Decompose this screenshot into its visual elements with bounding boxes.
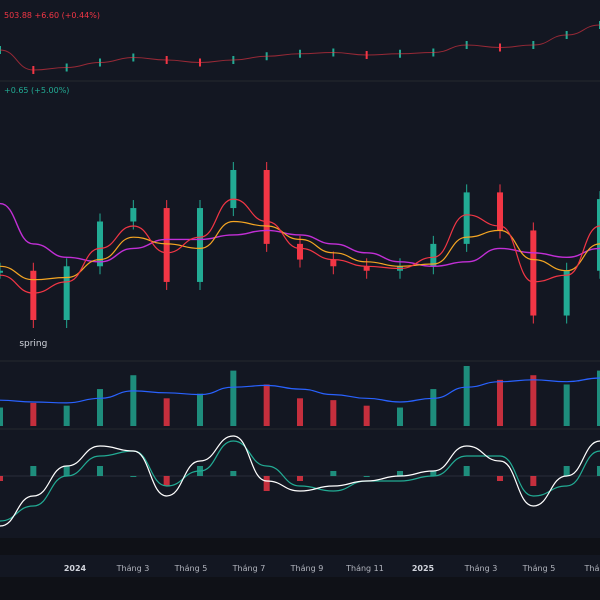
price-candle xyxy=(197,208,203,282)
price-candle xyxy=(497,192,503,231)
top-price-change: 503.88 +6.60 (+0.44%) xyxy=(4,11,100,20)
time-tick-label: Tháng 5 xyxy=(522,564,556,573)
price-candle xyxy=(563,270,570,316)
macd-histogram-bar xyxy=(0,476,3,481)
volume-bar xyxy=(263,384,270,426)
time-tick-label: 2025 xyxy=(412,564,435,573)
volume-bar xyxy=(297,398,303,426)
time-tick-label: Tháng 3 xyxy=(116,564,150,573)
macd-histogram-bar xyxy=(430,471,437,476)
macd-histogram-bar xyxy=(97,466,103,476)
volume-bar xyxy=(97,389,103,426)
macd-histogram-bar xyxy=(563,466,570,476)
price-candle xyxy=(430,243,437,267)
volume-bar xyxy=(230,370,237,426)
stock-chart[interactable]: 503.88 +6.60 (+0.44%) +0.65 (+5.00%) spr… xyxy=(0,0,600,600)
price-candle xyxy=(63,266,70,320)
top-pane: 503.88 +6.60 (+0.44%) xyxy=(0,0,600,80)
volume-bar xyxy=(563,384,570,426)
volume-bar xyxy=(363,405,370,426)
macd-histogram-bar xyxy=(230,471,237,476)
price-candle xyxy=(0,270,3,273)
main-price-change: +0.65 (+5.00%) xyxy=(4,86,69,95)
macd-histogram-bar xyxy=(530,476,537,486)
volume-bar xyxy=(163,398,170,426)
macd-histogram-bar xyxy=(463,466,470,476)
macd-histogram-bar xyxy=(130,476,137,477)
macd-histogram-bar xyxy=(330,471,337,476)
price-candle xyxy=(330,259,337,267)
time-tick-label: Tháng xyxy=(583,564,600,573)
macd-histogram-bar xyxy=(297,476,303,481)
price-candle xyxy=(130,208,137,222)
macd-histogram-bar xyxy=(163,476,170,486)
volume-bar xyxy=(397,407,403,426)
volume-bar xyxy=(430,389,437,426)
price-candle xyxy=(163,208,170,282)
price-candle xyxy=(363,266,370,271)
time-tick-label: Tháng 7 xyxy=(232,564,266,573)
volume-bar xyxy=(463,366,470,426)
price-candle xyxy=(297,243,303,260)
spring-annotation: spring xyxy=(19,339,47,349)
volume-bar xyxy=(530,375,537,426)
time-tick-label: Tháng 3 xyxy=(464,564,498,573)
volume-bar xyxy=(63,405,70,426)
volume-bar xyxy=(0,407,3,426)
volume-bar xyxy=(130,375,137,426)
macd-histogram-bar xyxy=(363,476,370,477)
macd-histogram-bar xyxy=(263,476,270,491)
macd-histogram-bar xyxy=(30,466,37,476)
volume-bar xyxy=(497,379,503,426)
price-candle xyxy=(230,170,237,209)
price-candle xyxy=(463,192,470,244)
volume-bar xyxy=(330,400,337,426)
macd-pane xyxy=(0,430,600,538)
macd-histogram-bar xyxy=(497,476,503,481)
price-candle xyxy=(530,230,537,316)
time-tick-label: Tháng 5 xyxy=(174,564,208,573)
main-pane: +0.65 (+5.00%) xyxy=(0,82,600,360)
time-tick-label: 2024 xyxy=(64,564,87,573)
macd-histogram-bar xyxy=(397,471,403,476)
macd-histogram-bar xyxy=(63,466,70,476)
volume-bar xyxy=(197,393,203,426)
time-tick-label: Tháng 11 xyxy=(345,564,384,573)
volume-bar xyxy=(30,402,37,426)
time-tick-label: Tháng 9 xyxy=(290,564,324,573)
price-candle xyxy=(263,170,270,244)
price-candle xyxy=(30,270,37,320)
